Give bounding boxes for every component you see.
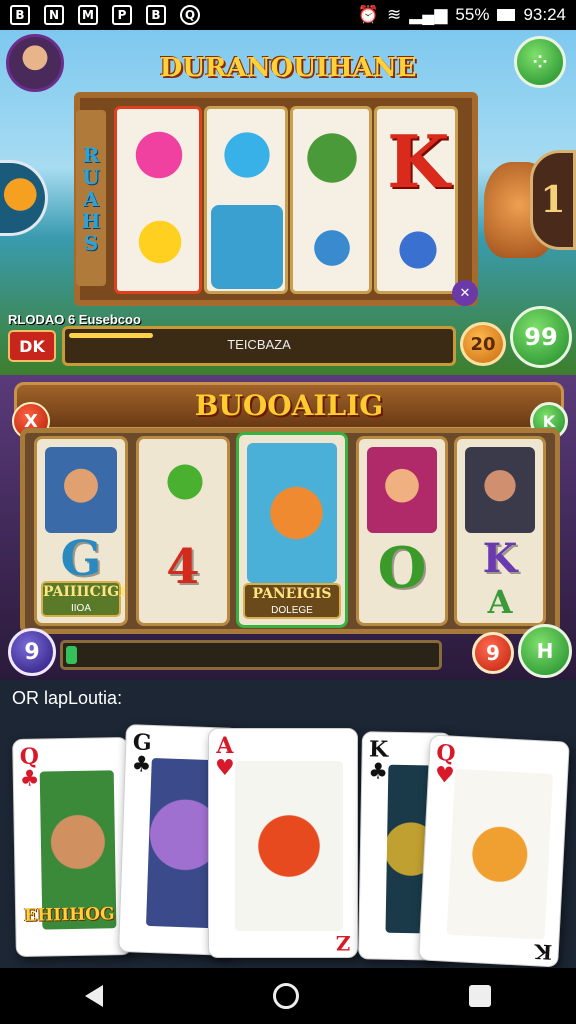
reel-4: K — [374, 106, 458, 294]
player-avatar[interactable] — [6, 34, 64, 92]
bandit-portrait — [465, 447, 535, 533]
game1-info-text: RLODAO 6 Eusebcoo — [8, 312, 141, 327]
game1-progress-bar: TEICBAZA — [62, 326, 456, 366]
sun-fish-icon — [127, 209, 193, 275]
reel2-4: O — [356, 436, 448, 626]
cards-label: OR lapLoutia: — [12, 688, 123, 708]
card-rank: Q ♣ — [19, 744, 40, 792]
monster-icon — [211, 205, 283, 289]
reel2-5: K A — [454, 436, 546, 626]
reel-letter-4: 4 — [166, 539, 200, 595]
card-queen-1[interactable]: Q ♣ EHIIHOG — [12, 737, 132, 957]
notification-icons: B N M P B Q — [10, 5, 200, 25]
signal-icon: ▂▄▆ — [409, 5, 448, 24]
fox-portrait — [247, 443, 337, 583]
reel2-3-plaque: PANEIGIS DOLEGE — [243, 583, 341, 619]
notification-icon-1: B — [10, 5, 30, 25]
card-rank: K ♣ — [368, 736, 389, 785]
home-icon[interactable] — [273, 983, 299, 1009]
reel-letter-k: K — [482, 535, 518, 582]
pink-fish-icon — [125, 117, 193, 193]
heart-icon: ♥ — [434, 761, 456, 789]
reel-letter: K — [387, 119, 450, 204]
back-icon[interactable] — [85, 985, 103, 1007]
wifi-icon: ≋ — [386, 5, 402, 24]
close-icon: ✕ — [459, 285, 471, 301]
suit-icon: ♣ — [19, 765, 40, 792]
sword-icon — [385, 215, 451, 285]
menu-button[interactable]: ⁘ — [514, 36, 566, 88]
reel2-2: 4 — [136, 436, 230, 626]
card-corner: K — [533, 939, 553, 965]
game2-progress-bar — [60, 640, 442, 670]
plaque-title: PANEIGIS — [252, 586, 332, 602]
notification-icon-3: M — [78, 5, 98, 25]
green-h-button[interactable]: H — [518, 624, 572, 678]
game1-bar-label: TEICBAZA — [227, 337, 291, 352]
plaque-title: PAIIIICIGE — [43, 584, 128, 600]
coin-button[interactable]: 20 — [460, 322, 506, 366]
club-icon: ♣ — [368, 758, 389, 785]
card-rank: A ♥ — [215, 735, 235, 779]
alarm-icon: ⏰ — [357, 5, 379, 24]
reel-letter-g: G — [60, 531, 102, 587]
game2-title: BUOOAILIG — [14, 382, 564, 430]
battery-icon — [497, 9, 516, 21]
grid-icon: ⁘ — [532, 51, 548, 73]
purple-symbol-button[interactable]: ✕ — [452, 280, 478, 306]
notification-icon-4: P — [112, 5, 132, 25]
reel-letter-a: A — [487, 583, 513, 621]
reel-3 — [290, 106, 372, 294]
game2-progress-fill — [66, 646, 78, 664]
reel-side-label: RUAHS — [76, 110, 106, 286]
reel2-3: PANEIGIS DOLEGE — [236, 432, 348, 628]
cowboy-portrait — [45, 447, 117, 533]
card-rank: G ♣ — [131, 729, 152, 778]
card-caption: EHIIHOG — [24, 904, 115, 926]
reel2-1: G PAIIIICIGE IIOA — [34, 436, 128, 626]
notification-icon-6: Q — [180, 5, 200, 25]
notification-icon-5: B — [146, 5, 166, 25]
clock: 93:24 — [523, 5, 566, 24]
reel2-1-plaque: PAIIIICIGE IIOA — [41, 581, 125, 617]
game1-title: DURANOUIHANE — [159, 53, 417, 83]
club-icon: ♣ — [131, 751, 152, 778]
blue-fish-icon — [215, 117, 279, 193]
ok-button[interactable]: DK — [8, 330, 56, 362]
green-fish-icon — [153, 453, 217, 511]
dragon-fish-art — [235, 761, 343, 931]
card-queen-2[interactable]: Q ♥ K — [418, 734, 570, 968]
notification-icon-2: N — [44, 5, 64, 25]
card-corner: Z — [336, 931, 351, 955]
red-number-button[interactable]: 9 — [472, 632, 514, 674]
woman-portrait — [367, 447, 437, 533]
plaque-subtitle: DOLEGE — [271, 605, 313, 616]
card-rank: Q ♥ — [434, 740, 456, 789]
recent-apps-icon[interactable] — [469, 985, 491, 1007]
battery-level: 55% — [455, 5, 490, 24]
spin-button[interactable]: 99 — [510, 306, 572, 368]
plaque-subtitle: IIOA — [70, 603, 91, 614]
reel-2 — [204, 106, 288, 294]
navigation-bar — [0, 968, 576, 1024]
reel-1 — [114, 106, 202, 294]
bet-button[interactable]: 9 — [8, 628, 56, 676]
goblin-icon — [299, 115, 365, 201]
fish-icon — [299, 219, 365, 277]
reel-letter-o: O — [377, 535, 427, 601]
side-number-button[interactable]: 1 — [530, 150, 576, 250]
heart-icon: ♥ — [215, 755, 235, 781]
card-ace[interactable]: A ♥ Z — [208, 728, 358, 958]
fish-warrior-art — [446, 768, 554, 940]
status-bar: B N M P B Q ⏰ ≋ ▂▄▆ 55% 93:24 — [0, 0, 576, 30]
